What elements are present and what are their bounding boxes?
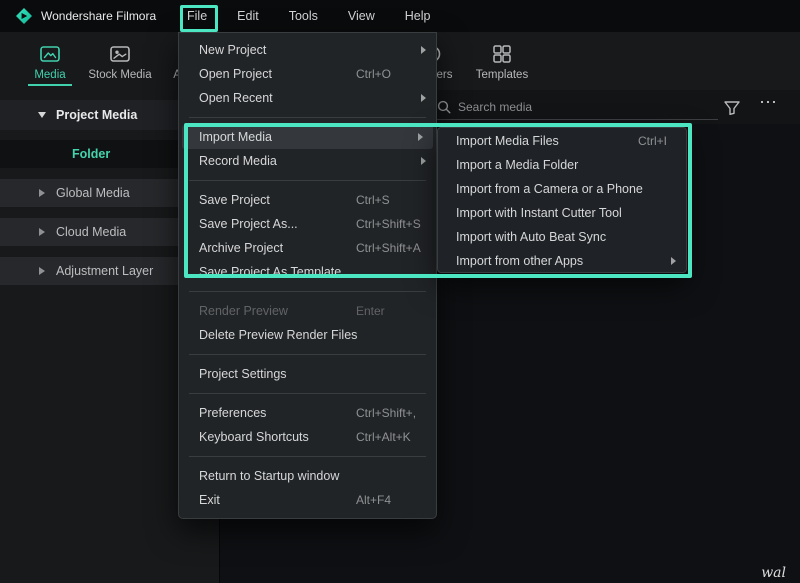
submenu-arrow-icon xyxy=(421,94,426,102)
stock-media-icon xyxy=(110,44,130,64)
menu-tools[interactable]: Tools xyxy=(274,0,333,32)
menu-separator xyxy=(189,117,426,118)
menu-item-label: Archive Project xyxy=(199,241,283,255)
menu-item-shortcut: Alt+F4 xyxy=(356,488,391,512)
menu-item-label: Open Recent xyxy=(199,91,273,105)
menu-item-label: Save Project As Template xyxy=(199,260,436,274)
search-input[interactable] xyxy=(430,94,718,120)
app-title: Wondershare Filmora xyxy=(41,9,156,23)
menu-edit[interactable]: Edit xyxy=(222,0,274,32)
menu-item-new-project[interactable]: New Project xyxy=(179,38,436,62)
file-menu: New Project Open Project Ctrl+O Open Recent… xyxy=(178,32,437,519)
tab-label: Media xyxy=(34,69,65,81)
menu-item-open-project[interactable]: Open Project Ctrl+O xyxy=(179,62,436,86)
menu-separator xyxy=(189,456,426,457)
submenu-arrow-icon xyxy=(418,133,423,141)
menu-item-exit[interactable]: Exit Alt+F4 xyxy=(179,488,436,512)
menu-item-label: Import Media xyxy=(199,130,272,144)
menubar: Wondershare Filmora FileEditToolsViewHel… xyxy=(0,0,800,32)
menu-item-shortcut: Ctrl+S xyxy=(356,188,390,212)
menu-item-open-recent[interactable]: Open Recent xyxy=(179,86,436,110)
submenu-arrow-icon xyxy=(421,157,426,165)
sidebar-item-label: Adjustment Layer xyxy=(56,264,153,278)
menu-item-shortcut: Ctrl+O xyxy=(356,62,391,86)
menu-item-shortcut: Ctrl+Alt+K xyxy=(356,425,411,449)
menu-separator xyxy=(189,354,426,355)
menu-item-label: Keyboard Shortcuts xyxy=(199,430,309,444)
chevron-right-icon xyxy=(39,189,45,197)
watermark: wal xyxy=(761,565,786,581)
media-icon xyxy=(40,44,60,64)
menu-item-label: Save Project As... xyxy=(199,217,298,231)
menu-item-label: Import a Media Folder xyxy=(456,158,578,172)
menu-item-label: Open Project xyxy=(199,67,272,81)
templates-icon xyxy=(493,44,511,64)
menu-item-shortcut: Enter xyxy=(356,299,385,323)
menu-item-import-media-files[interactable]: Import Media Files Ctrl+I xyxy=(438,129,686,153)
menu-view[interactable]: View xyxy=(333,0,390,32)
active-tab-underline xyxy=(28,84,72,86)
menu-item-label: Record Media xyxy=(199,154,277,168)
menu-item-shortcut: Ctrl+Shift+, xyxy=(356,401,416,425)
menu-item-shortcut: Ctrl+I xyxy=(638,129,667,153)
filmora-logo-icon xyxy=(16,8,32,24)
menu-item-save-project-as-template[interactable]: Save Project As Template xyxy=(179,260,436,284)
menu-item-label: Import with Auto Beat Sync xyxy=(456,230,606,244)
menu-item-preferences[interactable]: Preferences Ctrl+Shift+, xyxy=(179,401,436,425)
filter-icon[interactable] xyxy=(724,101,740,115)
menu-item-label: Import from other Apps xyxy=(456,254,583,268)
menu-item-delete-preview-render-files[interactable]: Delete Preview Render Files xyxy=(179,323,436,347)
more-options-button[interactable]: ⋯ xyxy=(759,92,778,113)
menubar-items: FileEditToolsViewHelp xyxy=(172,0,445,32)
sidebar-item-label: Cloud Media xyxy=(56,225,126,239)
menu-item-label: Save Project xyxy=(199,193,270,207)
import-media-submenu: Import Media Files Ctrl+I Import a Media F… xyxy=(437,127,687,273)
menu-separator xyxy=(189,393,426,394)
menu-item-label: New Project xyxy=(199,43,266,57)
submenu-arrow-icon xyxy=(671,257,676,265)
menu-separator xyxy=(189,291,426,292)
menu-item-project-settings[interactable]: Project Settings xyxy=(179,362,436,386)
menu-item-import-from-other-apps[interactable]: Import from other Apps xyxy=(438,249,686,273)
menu-item-import-with-instant-cutter-tool[interactable]: Import with Instant Cutter Tool xyxy=(438,201,686,225)
submenu-arrow-icon xyxy=(421,46,426,54)
menu-item-label: Project Settings xyxy=(199,367,287,381)
menu-item-label: Import from a Camera or a Phone xyxy=(456,182,643,196)
menu-item-archive-project[interactable]: Archive Project Ctrl+Shift+A xyxy=(179,236,436,260)
sidebar-section-label: Project Media xyxy=(56,108,137,122)
tab-templates[interactable]: Templates xyxy=(457,37,547,87)
menu-item-import-a-media-folder[interactable]: Import a Media Folder xyxy=(438,153,686,177)
folder-label: Folder xyxy=(72,147,110,161)
menu-item-return-to-startup-window[interactable]: Return to Startup window xyxy=(179,464,436,488)
chevron-right-icon xyxy=(39,228,45,236)
menu-item-import-from-a-camera-or-a-phone[interactable]: Import from a Camera or a Phone xyxy=(438,177,686,201)
menu-item-render-preview: Render Preview Enter xyxy=(179,299,436,323)
menu-item-label: Delete Preview Render Files xyxy=(199,328,357,342)
menu-item-label: Render Preview xyxy=(199,304,288,318)
menu-help[interactable]: Help xyxy=(390,0,446,32)
menu-item-save-project[interactable]: Save Project Ctrl+S xyxy=(179,188,436,212)
menu-item-label: Preferences xyxy=(199,406,266,420)
sidebar-item-label: Global Media xyxy=(56,186,130,200)
menu-item-record-media[interactable]: Record Media xyxy=(179,149,436,173)
menu-item-import-media[interactable]: Import Media xyxy=(182,125,433,149)
menu-item-import-with-auto-beat-sync[interactable]: Import with Auto Beat Sync xyxy=(438,225,686,249)
menu-item-label: Exit xyxy=(199,493,220,507)
menu-item-shortcut: Ctrl+Shift+S xyxy=(356,212,421,236)
menu-file[interactable]: File xyxy=(172,0,222,32)
menu-item-label: Return to Startup window xyxy=(199,469,339,483)
app-window: Wondershare Filmora FileEditToolsViewHel… xyxy=(0,0,800,583)
chevron-right-icon xyxy=(39,267,45,275)
menu-item-label: Import Media Files xyxy=(456,134,559,148)
menu-item-keyboard-shortcuts[interactable]: Keyboard Shortcuts Ctrl+Alt+K xyxy=(179,425,436,449)
chevron-down-icon xyxy=(38,112,46,118)
tab-label: Templates xyxy=(476,69,528,81)
menu-item-save-project-as[interactable]: Save Project As... Ctrl+Shift+S xyxy=(179,212,436,236)
menu-separator xyxy=(189,180,426,181)
search-field xyxy=(430,94,718,120)
menu-item-shortcut: Ctrl+Shift+A xyxy=(356,236,421,260)
menu-item-label: Import with Instant Cutter Tool xyxy=(456,206,622,220)
